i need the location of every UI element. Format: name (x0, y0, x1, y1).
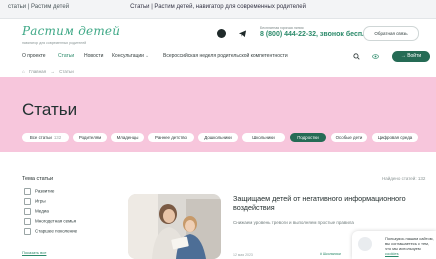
article-tag-label: Школьники (322, 252, 341, 256)
accessibility-eye-icon[interactable] (372, 53, 379, 60)
telegram-icon[interactable] (238, 29, 247, 38)
checkbox[interactable] (24, 188, 31, 195)
filter-label: Старшее поколение (35, 228, 78, 234)
chip-label: Все статьи (29, 135, 52, 140)
filter-label: Медиа (35, 208, 49, 214)
page: статьи | Растим детей Статьи | Растим де… (0, 0, 436, 259)
filter-label: Многодетная семья (35, 218, 77, 224)
article-tag[interactable]: # Школьники (320, 252, 341, 256)
chip-teenagers[interactable]: Подростки (290, 133, 326, 142)
filter-item-development[interactable]: Развитие (24, 188, 54, 195)
logo-text: Растим детей (22, 24, 121, 38)
cookie-text: Пользуясь нашим сайтом, вы соглашаетесь … (385, 236, 435, 256)
browser-strip: статьи | Растим детей Статьи | Растим де… (0, 0, 436, 19)
feedback-button[interactable]: Обратная связь (363, 26, 419, 41)
chip-all-articles[interactable]: Все статьи 132 (22, 133, 69, 142)
article-date: 12 мая 2023 (233, 253, 253, 257)
filter-title: Тема статьи (22, 176, 54, 182)
chip-digital-environment[interactable]: Цифровая среда (372, 133, 418, 142)
article-title[interactable]: Защищаем детей от негативного информацио… (233, 194, 423, 212)
filter-item-games[interactable]: Игры (24, 198, 46, 205)
breadcrumb: ⌂ Главная → Статьи (22, 69, 77, 74)
vk-icon[interactable] (217, 29, 226, 38)
nav-item-news[interactable]: Новости (84, 53, 103, 59)
chip-infants[interactable]: Младенцы (111, 133, 144, 142)
show-all-link[interactable]: Показать все (22, 250, 46, 255)
home-icon: ⌂ (22, 69, 25, 74)
hero-banner: Статьи Все статьи 132 Родителям Младенцы … (0, 77, 436, 152)
filter-item-large-family[interactable]: Многодетная семья (24, 218, 76, 225)
checkbox[interactable] (24, 198, 31, 205)
chip-schoolchildren[interactable]: Школьники (242, 133, 285, 142)
page-title: Статьи (22, 100, 78, 119)
checkbox[interactable] (24, 228, 31, 235)
cookie-banner: Пользуясь нашим сайтом, вы соглашаетесь … (352, 231, 436, 259)
nav-item-articles[interactable]: Статьи (58, 53, 74, 59)
filter-item-media[interactable]: Медиа (24, 208, 49, 215)
chip-early-childhood[interactable]: Раннее детство (148, 133, 194, 142)
browser-title: Статьи | Растим детей, навигатор для сов… (130, 4, 306, 10)
filter-label: Игры (35, 198, 46, 204)
chip-count: 132 (53, 135, 62, 140)
cookie-message: Пользуясь нашим сайтом, вы соглашаетесь … (385, 236, 434, 251)
chip-special-children[interactable]: Особые дети (331, 133, 367, 142)
breadcrumb-separator: → (50, 69, 55, 74)
found-count: Найдено статей: 132 (382, 176, 426, 181)
nav-item-consultations[interactable]: Консультации (112, 53, 144, 59)
nav-item-competence-week[interactable]: Всероссийская неделя родительской компет… (163, 53, 288, 59)
logo-tagline: навигатор для современных родителей (22, 41, 87, 45)
checkbox[interactable] (24, 208, 31, 215)
breadcrumb-current: Статьи (59, 69, 74, 74)
chip-parents[interactable]: Родителям (73, 133, 107, 142)
chevron-down-icon: ⌄ (145, 53, 150, 59)
main-nav: О проекте Статьи Новости Консультации ⌄ … (0, 48, 436, 66)
filter-item-older-generation[interactable]: Старшее поколение (24, 228, 77, 235)
login-button[interactable]: → Войти (392, 51, 430, 62)
checkbox[interactable] (24, 218, 31, 225)
site-header: Растим детей навигатор для современных р… (0, 19, 436, 47)
filter-label: Развитие (35, 188, 55, 194)
article-image[interactable] (128, 194, 221, 259)
breadcrumb-home[interactable]: Главная (29, 69, 46, 74)
cookie-link[interactable]: cookies (385, 251, 399, 256)
cookie-icon (358, 237, 372, 251)
site-logo[interactable]: Растим детей навигатор для современных р… (22, 22, 120, 45)
chip-preschoolers[interactable]: Дошкольники (198, 133, 238, 142)
login-label: Войти (407, 53, 422, 59)
search-icon[interactable] (353, 53, 360, 60)
nav-item-about[interactable]: О проекте (22, 53, 46, 59)
article-subtitle: Снижаем уровень тревоги и выполняем прос… (233, 220, 354, 225)
